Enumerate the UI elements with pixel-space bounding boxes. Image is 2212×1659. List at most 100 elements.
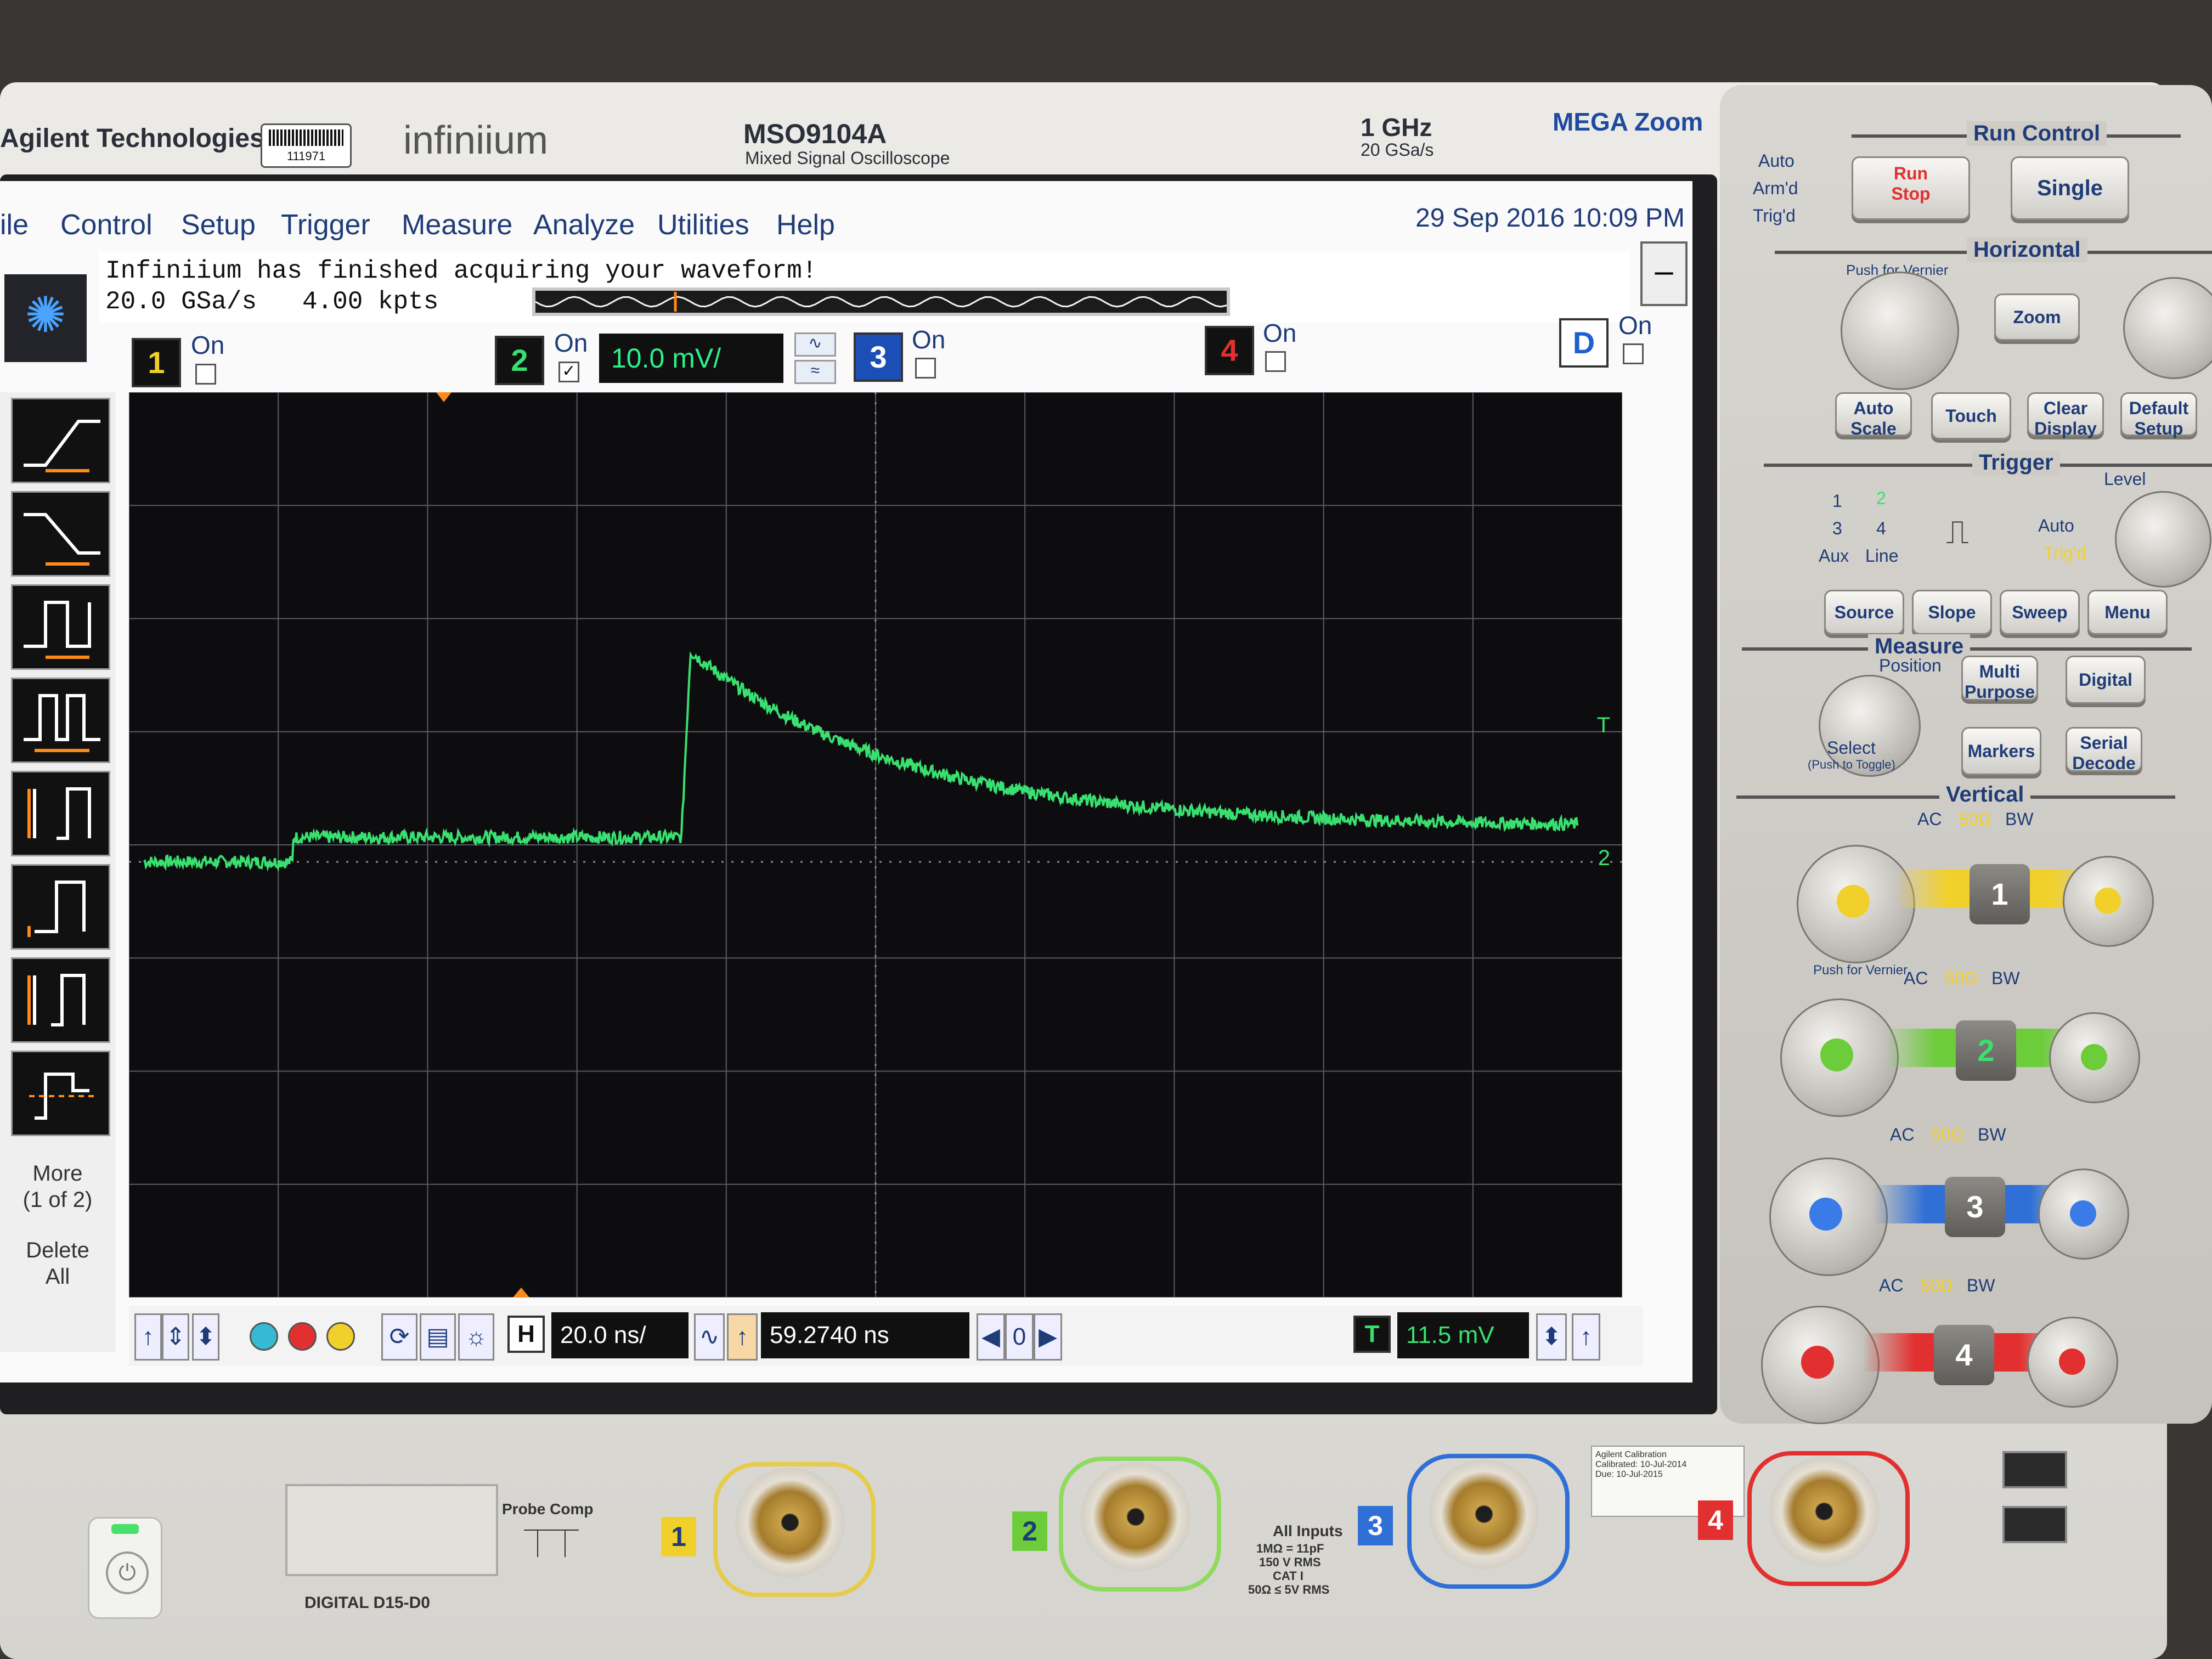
delay-marker	[513, 1288, 529, 1297]
coupling-ac-icon[interactable]: ∿	[794, 332, 836, 357]
touch-button[interactable]: Touch	[1931, 392, 2011, 439]
waveform-overview-bar[interactable]	[532, 287, 1230, 316]
ch3-select-button[interactable]: 3	[1945, 1177, 2005, 1237]
horizontal-delay-readout[interactable]: 59.2740 ns	[761, 1312, 969, 1358]
trigger-timeout-button[interactable]	[11, 864, 110, 950]
color-cyan-icon[interactable]	[250, 1322, 278, 1351]
ch2-select-button[interactable]: 2	[1956, 1020, 2016, 1081]
stepper-icon[interactable]: ⬍	[192, 1313, 219, 1361]
ch4-offset-knob[interactable]	[2027, 1317, 2118, 1408]
default-setup-button[interactable]: Default Setup	[2120, 392, 2197, 438]
ch4-select-button[interactable]: 4	[1934, 1325, 1994, 1385]
digital-input-connector[interactable]	[285, 1484, 498, 1576]
cursor-arrow-icon[interactable]: ↑	[134, 1313, 162, 1361]
markers-button[interactable]: Markers	[1961, 727, 2041, 775]
waveform-graticule[interactable]: T 2	[129, 392, 1622, 1297]
menu-analyze[interactable]: Analyze	[533, 208, 635, 241]
trigger-arrow-icon[interactable]: ↑	[1572, 1313, 1600, 1361]
input-2-bnc[interactable]	[1081, 1462, 1190, 1572]
trigger-level-knob[interactable]	[2115, 491, 2211, 588]
delay-marker-icon[interactable]: ↑	[727, 1313, 758, 1361]
input-3-bnc[interactable]	[1429, 1459, 1539, 1569]
probe-comp-terminals-icon[interactable]: ⏉⏉	[524, 1522, 579, 1566]
digital-button[interactable]: Digital	[2066, 656, 2146, 704]
trigger-runt-button[interactable]	[11, 771, 110, 856]
delete-all-button[interactable]: Delete All	[0, 1237, 115, 1290]
delay-right-arrow[interactable]: ▶	[1034, 1313, 1062, 1361]
trigger-level-label: Level	[2104, 469, 2146, 489]
trigger-window-button[interactable]	[11, 1051, 110, 1136]
status-message: Infiniium has finished acquiring your wa…	[105, 257, 817, 285]
channel-4-button[interactable]: 4	[1205, 326, 1254, 375]
digital-on-checkbox[interactable]	[1623, 343, 1644, 364]
delay-zero-button[interactable]: 0	[1005, 1313, 1034, 1361]
input-4-bnc[interactable]	[1769, 1457, 1879, 1566]
scroll-updown-icon[interactable]: ⇕	[162, 1313, 189, 1361]
trigger-level-stepper[interactable]: ⬍	[1536, 1313, 1567, 1361]
ch2-offset-knob[interactable]	[2049, 1012, 2140, 1103]
menu-trigger[interactable]: Trigger	[281, 208, 370, 241]
clear-display-button[interactable]: Clear Display	[2027, 392, 2104, 438]
ch2-scale-knob[interactable]	[1780, 998, 1899, 1117]
channel-3-button[interactable]: 3	[854, 332, 903, 382]
menu-file[interactable]: ile	[0, 208, 29, 241]
trigger-setup-hold-button[interactable]	[11, 957, 110, 1043]
coupling-dc-icon[interactable]: ≈	[794, 360, 836, 384]
trigger-level-readout[interactable]: 11.5 mV	[1397, 1312, 1529, 1358]
zoom-button[interactable]: Zoom	[1994, 294, 2080, 341]
delay-left-arrow[interactable]: ◀	[977, 1313, 1005, 1361]
horizontal-position-knob[interactable]	[2123, 277, 2212, 379]
color-yellow-icon[interactable]	[326, 1322, 355, 1351]
trigger-falling-edge-button[interactable]	[11, 491, 110, 577]
ch1-select-button[interactable]: 1	[1970, 864, 2030, 924]
menu-utilities[interactable]: Utilities	[657, 208, 749, 241]
more-button[interactable]: More (1 of 2)	[0, 1160, 115, 1213]
trigger-slope-button[interactable]: Slope	[1912, 590, 1992, 635]
probe-comp-label: Probe Comp	[502, 1500, 594, 1517]
multi-purpose-button[interactable]: Multi Purpose	[1961, 656, 2038, 702]
menu-help[interactable]: Help	[776, 208, 835, 241]
ch1-offset-knob[interactable]	[2063, 856, 2154, 947]
color-red-icon[interactable]	[288, 1322, 317, 1351]
input-1-bnc[interactable]	[735, 1468, 845, 1577]
usb-port-1[interactable]	[2002, 1451, 2067, 1488]
menu-control[interactable]: Control	[60, 208, 153, 241]
channel-2-on-checkbox[interactable]: ✓	[558, 362, 579, 382]
channel-2-button[interactable]: 2	[495, 336, 544, 385]
horizontal-ref-icon[interactable]: ∿	[694, 1313, 725, 1361]
ch4-scale-knob[interactable]	[1761, 1306, 1880, 1424]
menu-setup[interactable]: Setup	[181, 208, 256, 241]
trigger-glitch-button[interactable]	[11, 678, 110, 763]
falling-edge-icon	[24, 513, 100, 566]
horizontal-scale-knob[interactable]	[1841, 272, 1959, 390]
serial-decode-button[interactable]: Serial Decode	[2066, 727, 2142, 773]
trigger-pulse-width-button[interactable]	[11, 584, 110, 670]
print-icon[interactable]: ▤	[420, 1313, 456, 1361]
channel-3-on-checkbox[interactable]	[915, 358, 936, 379]
menu-measure[interactable]: Measure	[402, 208, 512, 241]
channel-4-on-checkbox[interactable]	[1265, 351, 1286, 372]
power-button[interactable]: ⏻	[88, 1517, 162, 1619]
timebase-readout[interactable]: 20.0 ns/	[551, 1312, 689, 1358]
trigger-rising-edge-button[interactable]	[11, 398, 110, 483]
auto-indicator-label: Auto	[1758, 151, 1795, 171]
minimize-button[interactable]: –	[1640, 241, 1688, 306]
trigger-sweep-button[interactable]: Sweep	[2000, 590, 2080, 635]
run-stop-button[interactable]: Run Stop	[1852, 156, 1970, 220]
trigger-menu-button[interactable]: Menu	[2087, 590, 2168, 635]
usb-port-2[interactable]	[2002, 1506, 2067, 1543]
record-length: 4.00 kpts	[302, 287, 439, 316]
brightness-icon[interactable]: ☼	[458, 1313, 494, 1361]
screenshot-icon[interactable]: ⟳	[381, 1313, 417, 1361]
trigger-auto-label: Auto	[2038, 516, 2074, 535]
trigger-source-button[interactable]: Source	[1824, 590, 1904, 635]
ch3-offset-knob[interactable]	[2038, 1169, 2129, 1260]
channel-1-on-checkbox[interactable]	[195, 364, 216, 385]
auto-scale-button[interactable]: Auto Scale	[1835, 392, 1912, 438]
channel-2-scale[interactable]: 10.0 mV/	[599, 334, 783, 383]
agilent-spark-icon[interactable]: ✺	[4, 274, 87, 362]
digital-channels-button[interactable]: D	[1559, 318, 1609, 368]
channel-1-button[interactable]: 1	[132, 338, 181, 387]
ch3-scale-knob[interactable]	[1769, 1158, 1888, 1276]
single-button[interactable]: Single	[2011, 156, 2129, 220]
